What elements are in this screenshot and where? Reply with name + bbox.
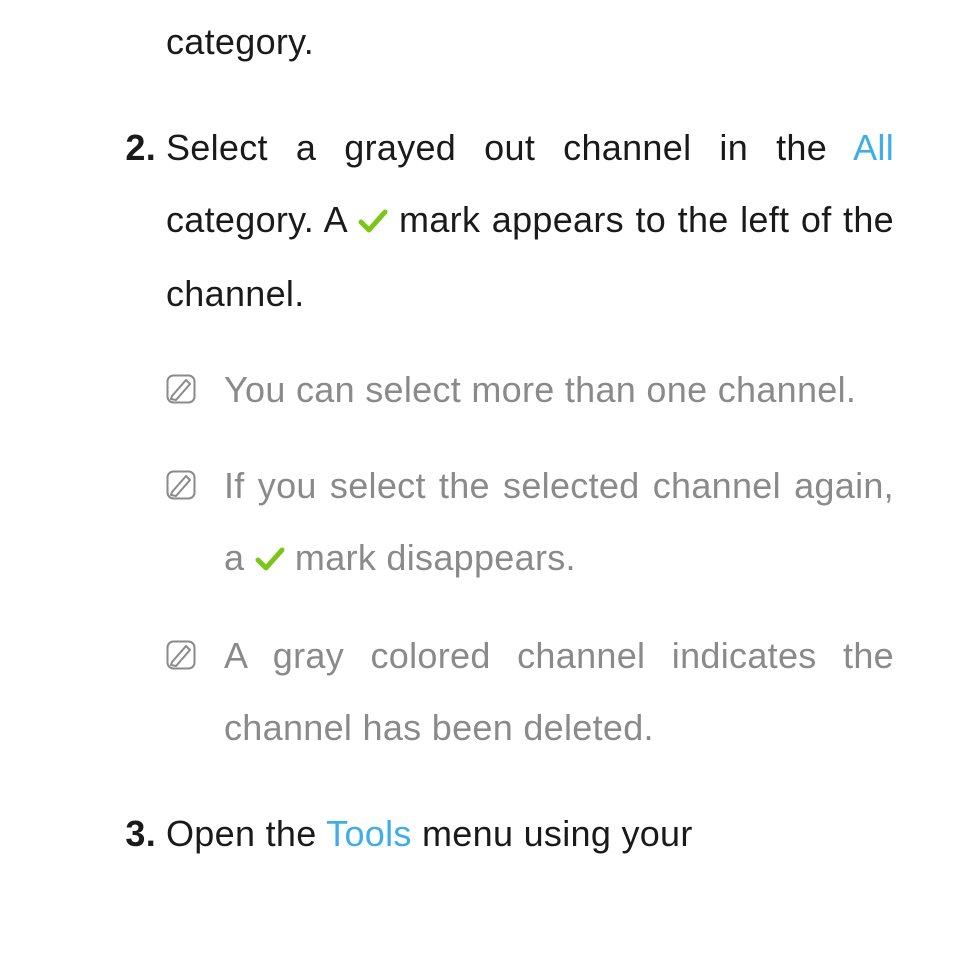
note-1: You can select more than one channel. [166, 354, 894, 426]
note-1-body: You can select more than one channel. [224, 354, 894, 426]
step-3: 3. Open the Tools menu using your [100, 798, 894, 870]
check-icon [255, 524, 285, 596]
note-icon [166, 620, 224, 670]
step-3-text-a: Open the [166, 813, 326, 854]
check-icon [358, 186, 388, 258]
note-3-body: A gray colored channel indicates the cha… [224, 620, 894, 764]
step-2: 2. Select a grayed out channel in the Al… [100, 112, 894, 330]
note-icon [166, 450, 224, 500]
step-3-text-b: menu using your [412, 813, 693, 854]
note-2-body: If you select the selected channel again… [224, 450, 894, 596]
step-2-text-b: category. A [166, 199, 358, 240]
document-page: category. 2. Select a grayed out channel… [0, 0, 954, 870]
note-3-text: A gray colored channel indicates the cha… [224, 635, 894, 748]
trail-text: category. [166, 21, 314, 62]
note-1-text: You can select more than one channel. [224, 369, 856, 410]
step-2-number: 2. [100, 112, 166, 184]
note-icon [166, 354, 224, 404]
step-2-text-a: Select a grayed out channel in the [166, 127, 853, 168]
step-3-body: Open the Tools menu using your [166, 798, 894, 870]
all-link[interactable]: All [853, 127, 894, 168]
step-2-body: Select a grayed out channel in the All c… [166, 112, 894, 330]
tools-link[interactable]: Tools [326, 813, 412, 854]
step-3-number: 3. [100, 798, 166, 870]
note-2: If you select the selected channel again… [166, 450, 894, 596]
previous-step-trail: category. [166, 0, 894, 78]
note-3: A gray colored channel indicates the cha… [166, 620, 894, 764]
step-2-notes: You can select more than one channel. If… [166, 354, 894, 764]
note-2-text-b: mark disappears. [285, 537, 576, 578]
